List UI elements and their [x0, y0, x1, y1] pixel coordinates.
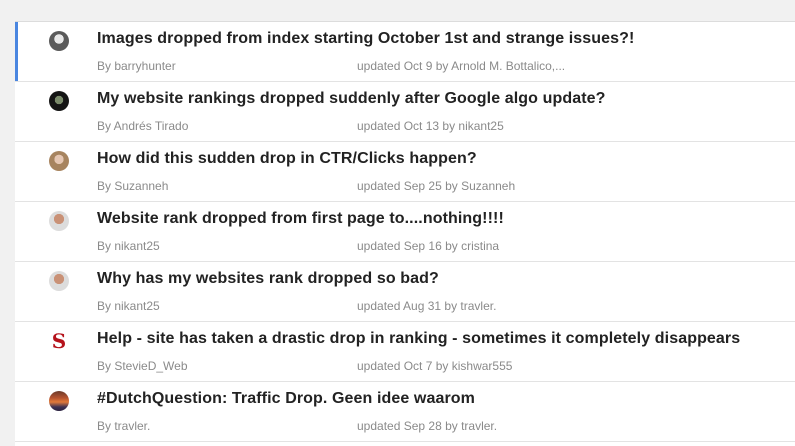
- thread-updated: updated Sep 16 by cristina: [357, 239, 500, 253]
- thread-row[interactable]: Why has my websites rank dropped so bad?…: [15, 262, 795, 322]
- user-avatar-icon: [49, 151, 69, 171]
- thread-row[interactable]: #DutchQuestion: Traffic Drop. Geen idee …: [15, 382, 795, 442]
- user-avatar-icon: [49, 31, 69, 51]
- thread-row[interactable]: Website rank dropped from first page to.…: [15, 202, 795, 262]
- user-avatar-icon: [49, 271, 69, 291]
- thread-row[interactable]: S Help - site has taken a drastic drop i…: [15, 322, 795, 382]
- thread-updated: updated Oct 7 by kishwar555: [357, 359, 513, 373]
- thread-title[interactable]: #DutchQuestion: Traffic Drop. Geen idee …: [97, 390, 475, 408]
- thread-title[interactable]: Website rank dropped from first page to.…: [97, 210, 504, 228]
- thread-author: By StevieD_Web: [97, 359, 188, 373]
- thread-author: By travler.: [97, 419, 151, 433]
- page: Images dropped from index starting Octob…: [0, 0, 795, 446]
- user-avatar-icon: [49, 391, 69, 411]
- thread-title[interactable]: How did this sudden drop in CTR/Clicks h…: [97, 150, 477, 168]
- thread-title[interactable]: My website rankings dropped suddenly aft…: [97, 90, 606, 108]
- thread-author: By barryhunter: [97, 59, 176, 73]
- thread-row[interactable]: Images dropped from index starting Octob…: [15, 22, 795, 82]
- thread-author: By Suzanneh: [97, 179, 169, 193]
- thread-author: By nikant25: [97, 299, 160, 313]
- thread-author: By Andrés Tirado: [97, 119, 189, 133]
- thread-updated: updated Sep 25 by Suzanneh: [357, 179, 516, 193]
- letter-avatar-icon: S: [51, 330, 67, 350]
- thread-updated: updated Aug 31 by travler.: [357, 299, 497, 313]
- thread-row[interactable]: How did this sudden drop in CTR/Clicks h…: [15, 142, 795, 202]
- thread-row[interactable]: My website rankings dropped suddenly aft…: [15, 82, 795, 142]
- user-avatar-icon: [49, 91, 69, 111]
- thread-title[interactable]: Why has my websites rank dropped so bad?: [97, 270, 439, 288]
- thread-updated: updated Oct 9 by Arnold M. Bottalico,...: [357, 59, 566, 73]
- thread-updated: updated Sep 28 by travler.: [357, 419, 498, 433]
- thread-title[interactable]: Images dropped from index starting Octob…: [97, 30, 634, 48]
- thread-title[interactable]: Help - site has taken a drastic drop in …: [97, 330, 740, 348]
- user-avatar-icon: [49, 211, 69, 231]
- thread-updated: updated Oct 13 by nikant25: [357, 119, 504, 133]
- thread-author: By nikant25: [97, 239, 160, 253]
- thread-list: Images dropped from index starting Octob…: [15, 21, 795, 446]
